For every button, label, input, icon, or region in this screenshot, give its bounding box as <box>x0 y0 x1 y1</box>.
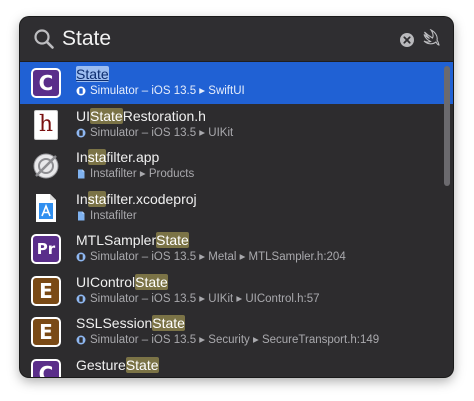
result-location-text: Instafilter ▸ Products <box>90 168 195 180</box>
result-location-text: Simulator – iOS 13.5 ▸ SwiftUI <box>90 85 245 97</box>
open-quickly-panel: CStateSimulator – iOS 13.5 ▸ SwiftUIhUIS… <box>20 17 453 377</box>
swift-class-c-icon: C <box>31 358 61 377</box>
match-highlight: State <box>135 273 168 290</box>
results-list: C State Simulator – iOS 13.5 ▸ SwiftUI h UIS… <box>20 62 453 377</box>
match-highlight: sta <box>87 190 107 207</box>
simulator-icon <box>76 128 86 137</box>
result-row[interactable]: C GestureState <box>20 353 453 377</box>
title-text: filter.xcodeproj <box>106 190 197 207</box>
match-highlight: State <box>90 107 123 124</box>
match-highlight: State <box>125 356 159 373</box>
result-location: Simulator – iOS 13.5 ▸ UIKit <box>76 126 233 140</box>
result-row[interactable]: Pr MTLSamplerState Simulator – iOS 13.5 ▸ … <box>20 228 453 270</box>
result-location-text: Simulator – iOS 13.5 ▸ Security ▸ Secure… <box>90 334 380 346</box>
title-text: In <box>76 149 88 165</box>
app-icon <box>33 153 59 179</box>
result-location: Simulator – iOS 13.5 ▸ Security ▸ Secure… <box>76 333 379 347</box>
result-title: MTLSamplerState <box>76 232 189 249</box>
title-text: MTLSampler <box>76 232 157 248</box>
result-location-text: Simulator – iOS 13.5 ▸ Metal ▸ MTLSample… <box>90 251 346 263</box>
title-text: UI <box>76 107 90 124</box>
result-title: SSLSessionState <box>76 315 185 332</box>
match-highlight: State <box>152 315 185 331</box>
results-scrollbar[interactable] <box>444 66 450 186</box>
match-highlight: State <box>156 232 189 248</box>
search-icon <box>34 29 54 49</box>
result-title: Instafilter.app <box>76 149 159 166</box>
result-row[interactable]: E UIControlState Simulator – iOS 13.5 ▸ UI… <box>20 270 453 312</box>
title-text: SSLSession <box>76 315 153 331</box>
result-row[interactable]: Instafilter.app Instafilter ▸ Products <box>20 145 453 187</box>
protocol-pr-icon: Pr <box>31 234 61 264</box>
swift-class-c-icon: C <box>31 68 61 98</box>
match-highlight: State <box>76 66 109 82</box>
result-title: UIStateRestoration.h <box>76 107 206 125</box>
result-location-text: Simulator – iOS 13.5 ▸ UIKit <box>90 126 234 139</box>
title-text: filter.app <box>106 149 160 165</box>
result-row[interactable]: C State Simulator – iOS 13.5 ▸ SwiftUI <box>20 62 453 104</box>
result-location-text: Instafilter <box>90 209 137 222</box>
search-bar <box>20 17 453 61</box>
enum-e-icon: E <box>31 317 61 347</box>
simulator-icon <box>76 335 86 345</box>
header-file-icon: h <box>34 109 58 140</box>
title-text: UIControl <box>76 273 136 290</box>
result-title: State <box>76 66 109 83</box>
result-location: Simulator – iOS 13.5 ▸ UIKit ▸ UIControl… <box>76 292 320 306</box>
result-location: Instafilter <box>76 209 137 223</box>
file-icon <box>78 169 85 179</box>
result-row[interactable]: Instafilter.xcodeproj Instafilter <box>20 187 453 229</box>
title-text: Restoration.h <box>122 107 206 124</box>
result-title: UIControlState <box>76 273 168 291</box>
simulator-icon <box>76 294 86 303</box>
result-location: Simulator – iOS 13.5 ▸ SwiftUI <box>76 84 245 98</box>
clear-search-icon[interactable] <box>400 33 414 47</box>
simulator-icon <box>76 86 86 96</box>
enum-e-icon: E <box>31 275 61 306</box>
swift-filter-icon[interactable] <box>421 29 441 49</box>
simulator-icon <box>76 252 86 262</box>
title-text: Gesture <box>76 356 126 373</box>
xcodeproj-icon <box>36 193 56 222</box>
result-title: Instafilter.xcodeproj <box>76 190 197 208</box>
result-row[interactable]: h UIStateRestoration.h Simulator – iOS 13.… <box>20 104 453 146</box>
title-text: In <box>76 190 88 207</box>
result-location: Instafilter ▸ Products <box>76 167 194 181</box>
file-icon <box>78 211 85 220</box>
result-location: Simulator – iOS 13.5 ▸ Metal ▸ MTLSample… <box>76 250 346 264</box>
search-input[interactable] <box>62 25 392 53</box>
result-title: GestureState <box>76 356 159 374</box>
match-highlight: sta <box>87 149 107 165</box>
result-row[interactable]: E SSLSessionState Simulator – iOS 13.5 ▸ S… <box>20 311 453 353</box>
result-location-text: Simulator – iOS 13.5 ▸ UIKit ▸ UIControl… <box>90 292 320 305</box>
